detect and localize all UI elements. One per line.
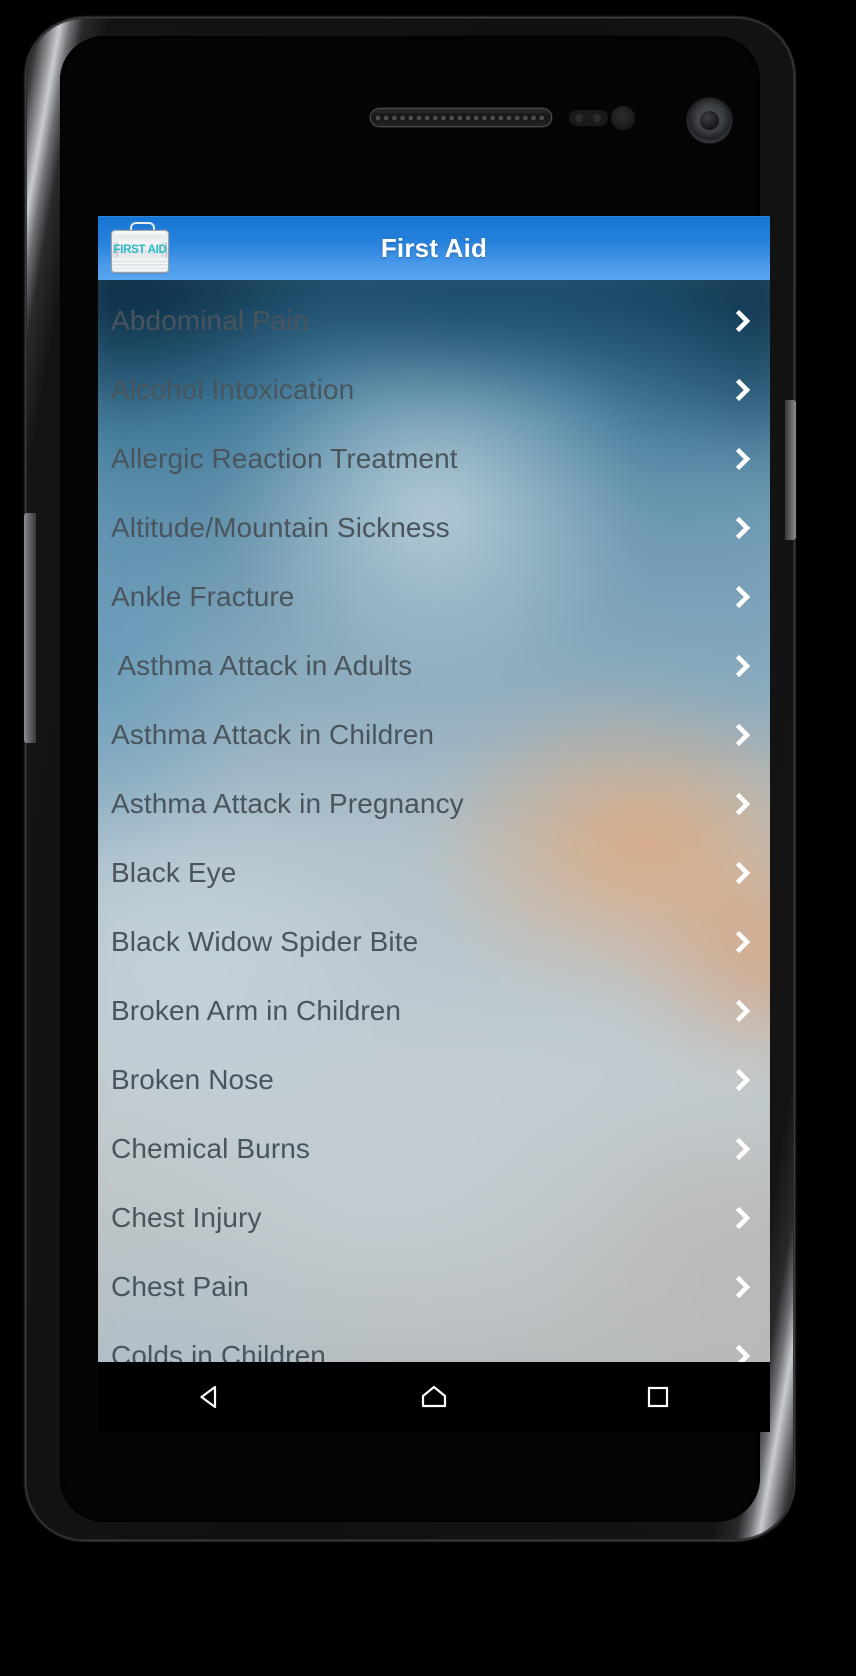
front-camera-icon [687, 98, 732, 143]
volume-rocker-button[interactable] [24, 513, 36, 743]
kit-body: FIRST AID [112, 231, 168, 272]
list-item[interactable]: Asthma Attack in Children [98, 700, 770, 769]
list-item[interactable]: Asthma Attack in Pregnancy [98, 769, 770, 838]
chevron-right-icon [730, 308, 756, 334]
chevron-right-icon [730, 1343, 756, 1362]
list-item-label: Altitude/Mountain Sickness [111, 511, 450, 543]
list-item[interactable]: Black Eye [98, 838, 770, 907]
list-item-label: Allergic Reaction Treatment [111, 442, 458, 474]
kit-icon-label: FIRST AID [113, 244, 167, 256]
first-aid-kit-icon[interactable]: FIRST AID [111, 222, 169, 274]
chevron-right-icon [730, 998, 756, 1024]
list-item-label: Broken Arm in Children [111, 994, 402, 1026]
chevron-right-icon [730, 584, 756, 610]
list-item-label: Abdominal Pain [111, 304, 309, 336]
list-item[interactable]: Alcohol Intoxication [98, 355, 770, 424]
light-sensor-icon [611, 106, 635, 130]
phone-device-frame: FIRST AID First Aid Abdominal Pain Alcoho… [24, 18, 796, 1540]
list-item-label: Asthma Attack in Children [111, 718, 435, 750]
android-navigation-bar [98, 1362, 770, 1432]
chevron-right-icon [730, 653, 756, 679]
list-item-label: Ankle Fracture [111, 580, 295, 612]
list-item[interactable]: Colds in Children [98, 1321, 770, 1362]
nav-home-button[interactable] [322, 1362, 546, 1432]
list-item[interactable]: Chest Pain [98, 1252, 770, 1321]
list-item[interactable]: Abdominal Pain [98, 286, 770, 355]
list-item-label: Broken Nose [111, 1063, 274, 1095]
nav-recents-button[interactable] [546, 1362, 770, 1432]
chevron-right-icon [730, 1205, 756, 1231]
list-item[interactable]: Broken Nose [98, 1045, 770, 1114]
list-item-label: Chest Pain [111, 1270, 249, 1302]
screenshot-stage: FIRST AID First Aid Abdominal Pain Alcoho… [0, 0, 856, 1676]
chevron-right-icon [730, 929, 756, 955]
phone-screen: FIRST AID First Aid Abdominal Pain Alcoho… [98, 216, 770, 1432]
list-item-label: Chemical Burns [111, 1132, 311, 1164]
list-item-label: Chest Injury [111, 1201, 262, 1233]
list-item-label: Asthma Attack in Adults [111, 649, 413, 681]
list-item[interactable]: Chest Injury [98, 1183, 770, 1252]
list-item[interactable]: Ankle Fracture [98, 562, 770, 631]
chevron-right-icon [730, 446, 756, 472]
chevron-right-icon [730, 791, 756, 817]
chevron-right-icon [730, 860, 756, 886]
chevron-right-icon [730, 1136, 756, 1162]
topic-list-container[interactable]: Abdominal Pain Alcohol Intoxication Allerg… [98, 280, 770, 1362]
action-bar: FIRST AID First Aid [98, 216, 770, 280]
list-item[interactable]: Altitude/Mountain Sickness [98, 493, 770, 562]
nav-back-button[interactable] [98, 1362, 322, 1432]
list-item-label: Colds in Children [111, 1339, 326, 1362]
list-item[interactable]: Chemical Burns [98, 1114, 770, 1183]
list-item-label: Alcohol Intoxication [111, 373, 355, 405]
list-item[interactable]: Broken Arm in Children [98, 976, 770, 1045]
phone-bezel: FIRST AID First Aid Abdominal Pain Alcoho… [60, 36, 770, 1522]
list-item[interactable]: Black Widow Spider Bite [98, 907, 770, 976]
chevron-right-icon [730, 377, 756, 403]
app-title: First Aid [380, 232, 488, 263]
list-item-label: Black Widow Spider Bite [111, 925, 419, 957]
first-aid-app: FIRST AID First Aid Abdominal Pain Alcoho… [98, 216, 770, 1432]
chevron-right-icon [730, 722, 756, 748]
list-item-label: Black Eye [111, 856, 237, 888]
list-item-label: Asthma Attack in Pregnancy [111, 787, 464, 819]
topic-list[interactable]: Abdominal Pain Alcohol Intoxication Allerg… [98, 280, 770, 1362]
power-button[interactable] [785, 400, 796, 540]
earpiece-speaker-icon [371, 109, 551, 126]
proximity-sensor-icon [569, 110, 608, 126]
chevron-right-icon [730, 515, 756, 541]
list-item[interactable]: Allergic Reaction Treatment [98, 424, 770, 493]
chevron-right-icon [730, 1067, 756, 1093]
earpiece-grille [375, 112, 547, 123]
list-item[interactable]: Asthma Attack in Adults [98, 631, 770, 700]
chevron-right-icon [730, 1274, 756, 1300]
